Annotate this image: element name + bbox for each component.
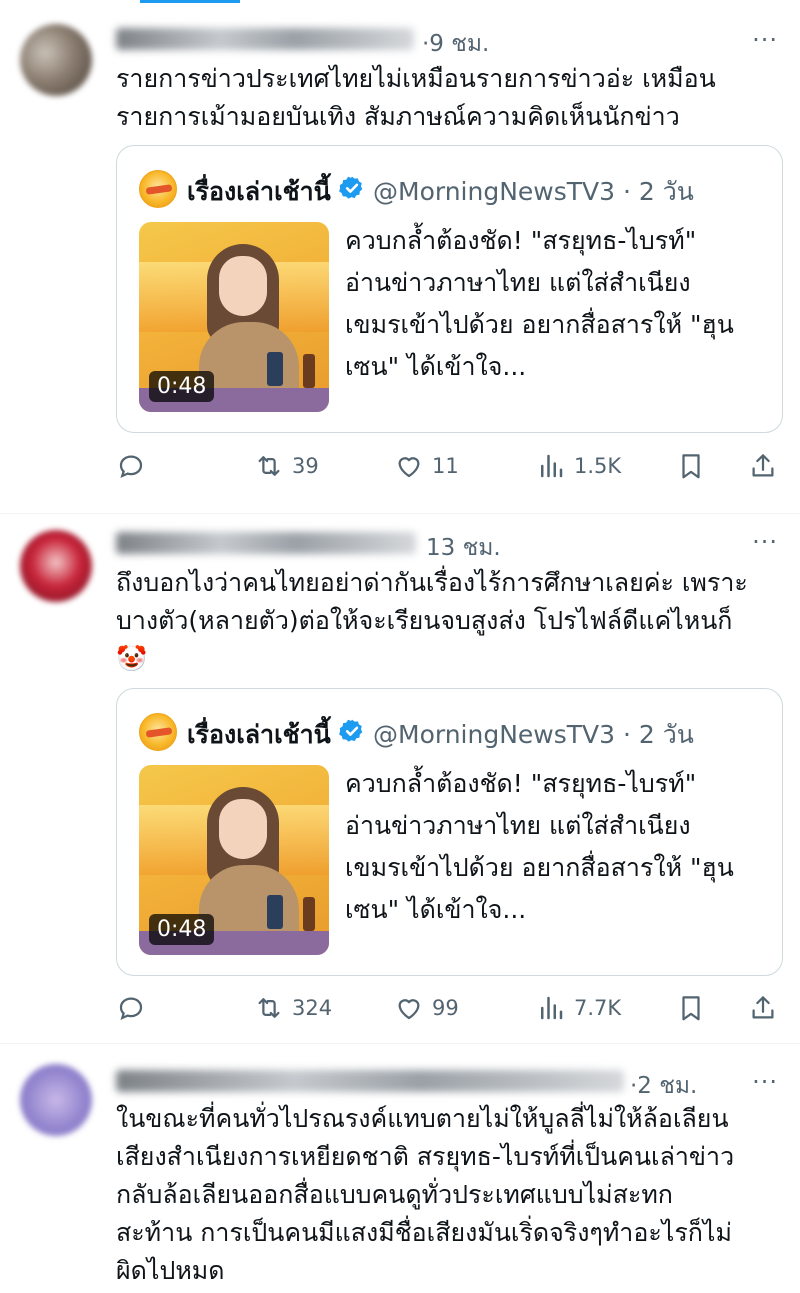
video-thumbnail[interactable]: 0:48	[139, 765, 329, 955]
tweet-actions: 324 99 7.7K	[116, 990, 786, 1026]
verified-badge-icon	[339, 176, 363, 199]
tweet-3[interactable]: ·2 ชม. ··· ในขณะที่คนทั่วไปรณรงค์แทบตายไ…	[0, 1044, 800, 1293]
quoted-text: ควบกล้ำต้องชัด! "สรยุทธ-ไบรท์" อ่านข่าวภ…	[345, 763, 765, 931]
video-duration: 0:48	[149, 371, 215, 402]
video-duration: 0:48	[149, 914, 215, 945]
quoted-text-line: เซน" ได้เข้าใจ...	[345, 895, 527, 924]
quoted-text-line: อ่านข่าวภาษาไทย แต่ใส่สำเนียง	[345, 268, 691, 297]
share-button[interactable]	[748, 448, 778, 484]
tweet-1[interactable]: ·9 ชม. ··· รายการข่าวประเทศไทยไม่เหมือนร…	[0, 12, 800, 514]
tweet-text-line: ผิดไปหมด	[116, 1256, 225, 1285]
bookmark-button[interactable]	[676, 448, 706, 484]
more-options-icon[interactable]: ···	[752, 528, 778, 556]
tweet-actions: 39 11 1.5K	[116, 448, 786, 484]
verified-badge-icon	[339, 719, 363, 742]
tweet-text-line: รายการเม้ามอยบันเทิง สัมภาษณ์ความคิดเห็น…	[116, 102, 680, 131]
tweet-time[interactable]: 13 ชม.	[426, 530, 501, 566]
like-button[interactable]: 99	[394, 990, 459, 1026]
active-tab-indicator	[140, 0, 240, 3]
views-button[interactable]: 7.7K	[536, 990, 621, 1026]
bookmark-icon	[682, 996, 700, 1021]
bookmark-icon	[682, 454, 700, 479]
video-thumbnail[interactable]: 0:48	[139, 222, 329, 412]
like-count: 11	[432, 454, 459, 478]
quoted-handle-time: @MorningNewsTV3 · 2 วัน	[373, 177, 694, 206]
quoted-text-line: เขมรเข้าไปด้วย อยากสื่อสารให้ "ฮุน	[345, 853, 734, 882]
avatar[interactable]	[20, 1064, 92, 1136]
quoted-text-line: เซน" ได้เข้าใจ...	[345, 352, 527, 381]
share-button[interactable]	[748, 990, 778, 1026]
top-tab-strip	[0, 0, 800, 12]
quoted-tweet[interactable]: เรื่องเล่าเช้านี้ @MorningNewsTV3 · 2 วั…	[116, 145, 783, 433]
tweet-text-line: บางตัว(หลายตัว)ต่อให้จะเรียนจบสูงส่ง โปร…	[116, 606, 733, 635]
tweet-time[interactable]: ·9 ชม.	[422, 26, 489, 62]
retweet-icon	[258, 456, 280, 476]
author-name-blurred[interactable]	[116, 532, 416, 554]
channel-logo	[139, 170, 177, 208]
tweet-text-line: เสียงสำเนียงการเหยียดชาติ สรยุทธ-ไบรท์ที…	[116, 1142, 735, 1171]
reply-icon	[119, 455, 143, 479]
share-icon	[752, 996, 774, 1019]
heart-icon	[398, 457, 420, 478]
retweet-button[interactable]: 39	[254, 448, 319, 484]
retweet-button[interactable]: 324	[254, 990, 332, 1026]
tweet-text: ถึงบอกไงว่าคนไทยอย่าด่ากันเรื่องไร้การศึ…	[116, 564, 786, 678]
tweet-2[interactable]: 13 ชม. ··· ถึงบอกไงว่าคนไทยอย่าด่ากันเรื…	[0, 514, 800, 1044]
quoted-text-line: เขมรเข้าไปด้วย อยากสื่อสารให้ "ฮุน	[345, 310, 734, 339]
retweet-count: 324	[292, 996, 333, 1020]
avatar[interactable]	[20, 24, 92, 96]
views-chart-icon	[541, 454, 563, 478]
quoted-author-name: เรื่องเล่าเช้านี้	[187, 177, 331, 206]
views-button[interactable]: 1.5K	[536, 448, 621, 484]
tweet-text-line: กลับล้อเลียนออกสื่อแบบคนดูทั่วประเทศแบบไ…	[116, 1180, 673, 1209]
reply-icon	[119, 997, 143, 1021]
tweet-text-line: ถึงบอกไงว่าคนไทยอย่าด่ากันเรื่องไร้การศึ…	[116, 568, 748, 597]
heart-icon	[398, 999, 420, 1020]
like-count: 99	[432, 996, 459, 1020]
quoted-text-line: ควบกล้ำต้องชัด! "สรยุทธ-ไบรท์"	[345, 769, 697, 798]
tweet-text-line: รายการข่าวประเทศไทยไม่เหมือนรายการข่าวอ่…	[116, 64, 716, 93]
channel-logo	[139, 713, 177, 751]
views-chart-icon	[541, 996, 563, 1020]
views-count: 7.7K	[574, 996, 622, 1020]
like-button[interactable]: 11	[394, 448, 459, 484]
quoted-tweet[interactable]: เรื่องเล่าเช้านี้ @MorningNewsTV3 · 2 วั…	[116, 688, 783, 976]
author-name-blurred[interactable]	[116, 28, 414, 50]
clown-emoji: 🤡	[116, 644, 148, 673]
more-options-icon[interactable]: ···	[752, 26, 778, 54]
quoted-text: ควบกล้ำต้องชัด! "สรยุทธ-ไบรท์" อ่านข่าวภ…	[345, 220, 765, 388]
author-name-blurred[interactable]	[116, 1070, 624, 1092]
tweet-text: รายการข่าวประเทศไทยไม่เหมือนรายการข่าวอ่…	[116, 60, 786, 136]
tweet-text-line: สะท้าน การเป็นคนมีแสงมีชื่อเสียงมันเริ่ด…	[116, 1218, 732, 1247]
quoted-handle-time: @MorningNewsTV3 · 2 วัน	[373, 720, 694, 749]
retweet-count: 39	[292, 454, 319, 478]
more-options-icon[interactable]: ···	[752, 1068, 778, 1096]
bookmark-button[interactable]	[676, 990, 706, 1026]
quoted-text-line: ควบกล้ำต้องชัด! "สรยุทธ-ไบรท์"	[345, 226, 697, 255]
quoted-text-line: อ่านข่าวภาษาไทย แต่ใส่สำเนียง	[345, 811, 691, 840]
tweet-time[interactable]: ·2 ชม.	[630, 1068, 697, 1104]
tweet-text-line: ในขณะที่คนทั่วไปรณรงค์แทบตายไม่ให้บูลลี่…	[116, 1104, 729, 1133]
share-icon	[752, 454, 774, 477]
retweet-icon	[258, 998, 280, 1018]
reply-button[interactable]	[116, 990, 146, 1026]
quoted-author-name: เรื่องเล่าเช้านี้	[187, 720, 331, 749]
avatar[interactable]	[20, 530, 92, 602]
views-count: 1.5K	[574, 454, 622, 478]
reply-button[interactable]	[116, 448, 146, 484]
tweet-text: ในขณะที่คนทั่วไปรณรงค์แทบตายไม่ให้บูลลี่…	[116, 1100, 786, 1290]
